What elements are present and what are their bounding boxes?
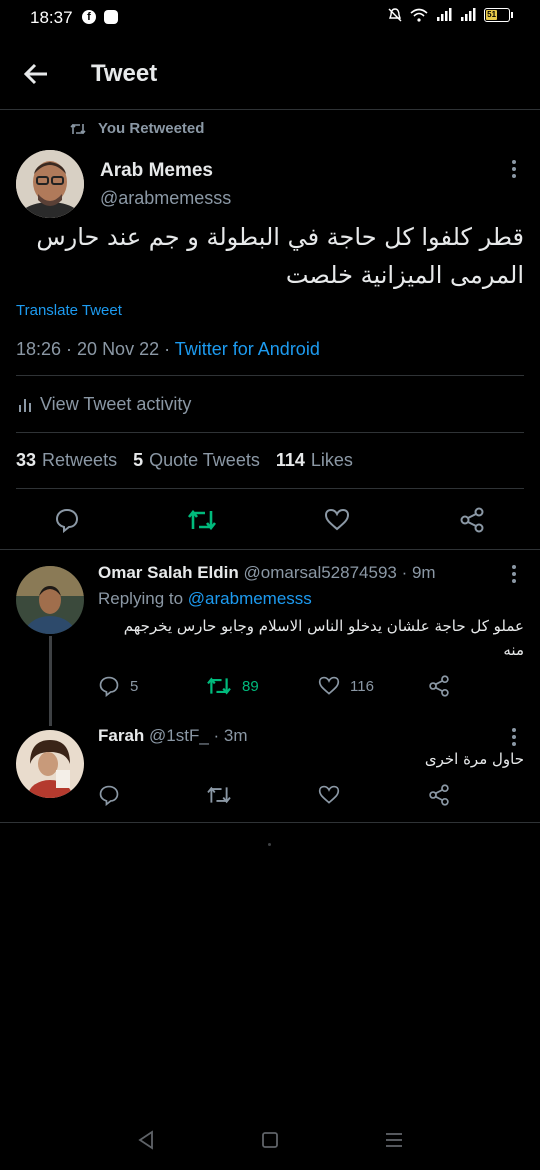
more-options-icon[interactable] <box>504 563 524 583</box>
tweet-source-link[interactable]: Twitter for Android <box>175 339 320 359</box>
quote-tweets-count: 5 <box>133 450 144 470</box>
facebook-icon: f <box>82 10 96 24</box>
quote-tweets-stat[interactable]: 5 Quote Tweets <box>133 450 260 471</box>
retweets-count: 33 <box>16 450 37 470</box>
arrow-left-icon[interactable] <box>20 58 52 90</box>
page-title: Tweet <box>91 60 158 87</box>
like-button[interactable]: 116 <box>318 675 374 697</box>
divider <box>16 432 524 433</box>
tweet-stats: 33 Retweets 5 Quote Tweets 114 Likes <box>16 450 353 471</box>
reply-time: · 9m <box>401 563 436 582</box>
author-handle[interactable]: @arabmemesss <box>100 188 231 209</box>
divider <box>16 375 524 376</box>
status-time: 18:37 <box>30 8 73 27</box>
top-app-bar: Tweet <box>0 36 540 110</box>
avatar[interactable] <box>16 566 84 634</box>
view-tweet-activity[interactable]: View Tweet activity <box>18 394 191 415</box>
mute-icon <box>388 8 402 22</box>
retweet-button[interactable] <box>206 784 232 806</box>
reply-action-bar <box>98 784 478 812</box>
reply-button[interactable] <box>47 500 87 540</box>
retweet-context: You Retweeted <box>70 120 204 137</box>
signal-icon <box>437 8 452 21</box>
reply-author-name[interactable]: Farah <box>98 726 144 745</box>
author-name[interactable]: Arab Memes <box>100 160 213 182</box>
reply-author-handle[interactable]: @1stF_ <box>149 726 209 745</box>
like-button[interactable] <box>317 500 357 540</box>
battery-level: 51 <box>486 10 498 20</box>
back-triangle-icon[interactable] <box>134 1128 158 1152</box>
quote-tweets-label: Quote Tweets <box>149 450 260 470</box>
reply-icon <box>99 676 119 697</box>
more-options-icon[interactable] <box>504 158 524 178</box>
share-button[interactable] <box>452 500 492 540</box>
replying-to: Replying to @arabmemesss <box>98 589 312 609</box>
tweet-metadata: 18:26 · 20 Nov 22 · Twitter for Android <box>16 339 320 360</box>
signal-icon <box>461 8 476 21</box>
retweets-stat[interactable]: 33 Retweets <box>16 450 117 471</box>
reply-time: · 3m <box>213 726 248 745</box>
system-navigation-bar <box>0 1110 540 1170</box>
retweet-count: 89 <box>242 677 259 695</box>
share-button[interactable] <box>428 784 450 806</box>
reply-button[interactable] <box>98 784 120 806</box>
retweets-label: Retweets <box>42 450 118 470</box>
messenger-icon <box>104 10 118 24</box>
tweet-action-bar <box>0 500 540 540</box>
likes-stat[interactable]: 114 Likes <box>276 450 353 471</box>
like-button[interactable] <box>318 784 340 806</box>
like-icon <box>318 676 340 695</box>
reply-text: عملو كل حاجة علشان يدخلو الناس الاسلام و… <box>123 617 524 659</box>
reply-icon <box>55 508 79 533</box>
retweet-icon <box>207 677 231 695</box>
wifi-icon <box>410 8 428 22</box>
system-icons: 51 <box>388 8 513 22</box>
menu-lines-icon[interactable] <box>382 1128 406 1152</box>
more-options-icon[interactable] <box>504 726 524 746</box>
reply-header: Farah @1stF_ · 3m <box>98 726 248 746</box>
loading-dot <box>268 843 271 846</box>
share-icon <box>460 507 484 533</box>
battery-icon: 51 <box>484 8 513 22</box>
tweet-text: قطر كلفوا كل حاجة في البطولة و جم عند حا… <box>36 223 524 289</box>
retweet-button[interactable] <box>182 500 222 540</box>
like-icon <box>318 785 340 804</box>
retweet-context-label: You Retweeted <box>98 120 205 137</box>
likes-label: Likes <box>310 450 353 470</box>
share-button[interactable] <box>428 675 450 697</box>
home-square-icon[interactable] <box>258 1128 282 1152</box>
thread-connector <box>49 636 52 726</box>
like-count: 116 <box>350 677 374 695</box>
replying-to-label: Replying to <box>98 589 188 608</box>
likes-count: 114 <box>275 450 305 470</box>
divider <box>16 488 524 489</box>
avatar[interactable] <box>16 730 84 798</box>
retweet-icon <box>207 786 231 804</box>
reply-text: حاول مرة اخرى <box>424 750 524 768</box>
reply-header: Omar Salah Eldin @omarsal52874593 · 9m <box>98 563 436 583</box>
reply-author-name[interactable]: Omar Salah Eldin <box>98 563 239 582</box>
reply-icon <box>99 785 119 806</box>
divider <box>0 822 540 823</box>
reply-author-handle[interactable]: @omarsal52874593 <box>244 563 397 582</box>
reply-action-bar: 5 89 116 <box>98 675 478 703</box>
view-tweet-activity-label: View Tweet activity <box>40 394 192 414</box>
divider <box>0 549 540 550</box>
tweet-timestamp: 18:26 · 20 Nov 22 · <box>16 339 175 359</box>
avatar[interactable] <box>16 150 84 218</box>
like-icon <box>324 508 350 531</box>
notification-icons: f <box>82 10 118 24</box>
translate-tweet-link[interactable]: Translate Tweet <box>16 302 122 319</box>
share-icon <box>429 784 449 806</box>
analytics-icon <box>19 398 31 412</box>
reply-button[interactable]: 5 <box>98 675 138 697</box>
status-bar: 18:37 f 51 <box>0 0 540 36</box>
retweet-small-icon <box>70 123 86 134</box>
retweet-button[interactable]: 89 <box>206 675 259 697</box>
reply-count: 5 <box>130 677 139 695</box>
retweet-icon <box>187 509 217 531</box>
share-icon <box>429 675 449 697</box>
replying-to-mention[interactable]: @arabmemesss <box>188 589 312 608</box>
